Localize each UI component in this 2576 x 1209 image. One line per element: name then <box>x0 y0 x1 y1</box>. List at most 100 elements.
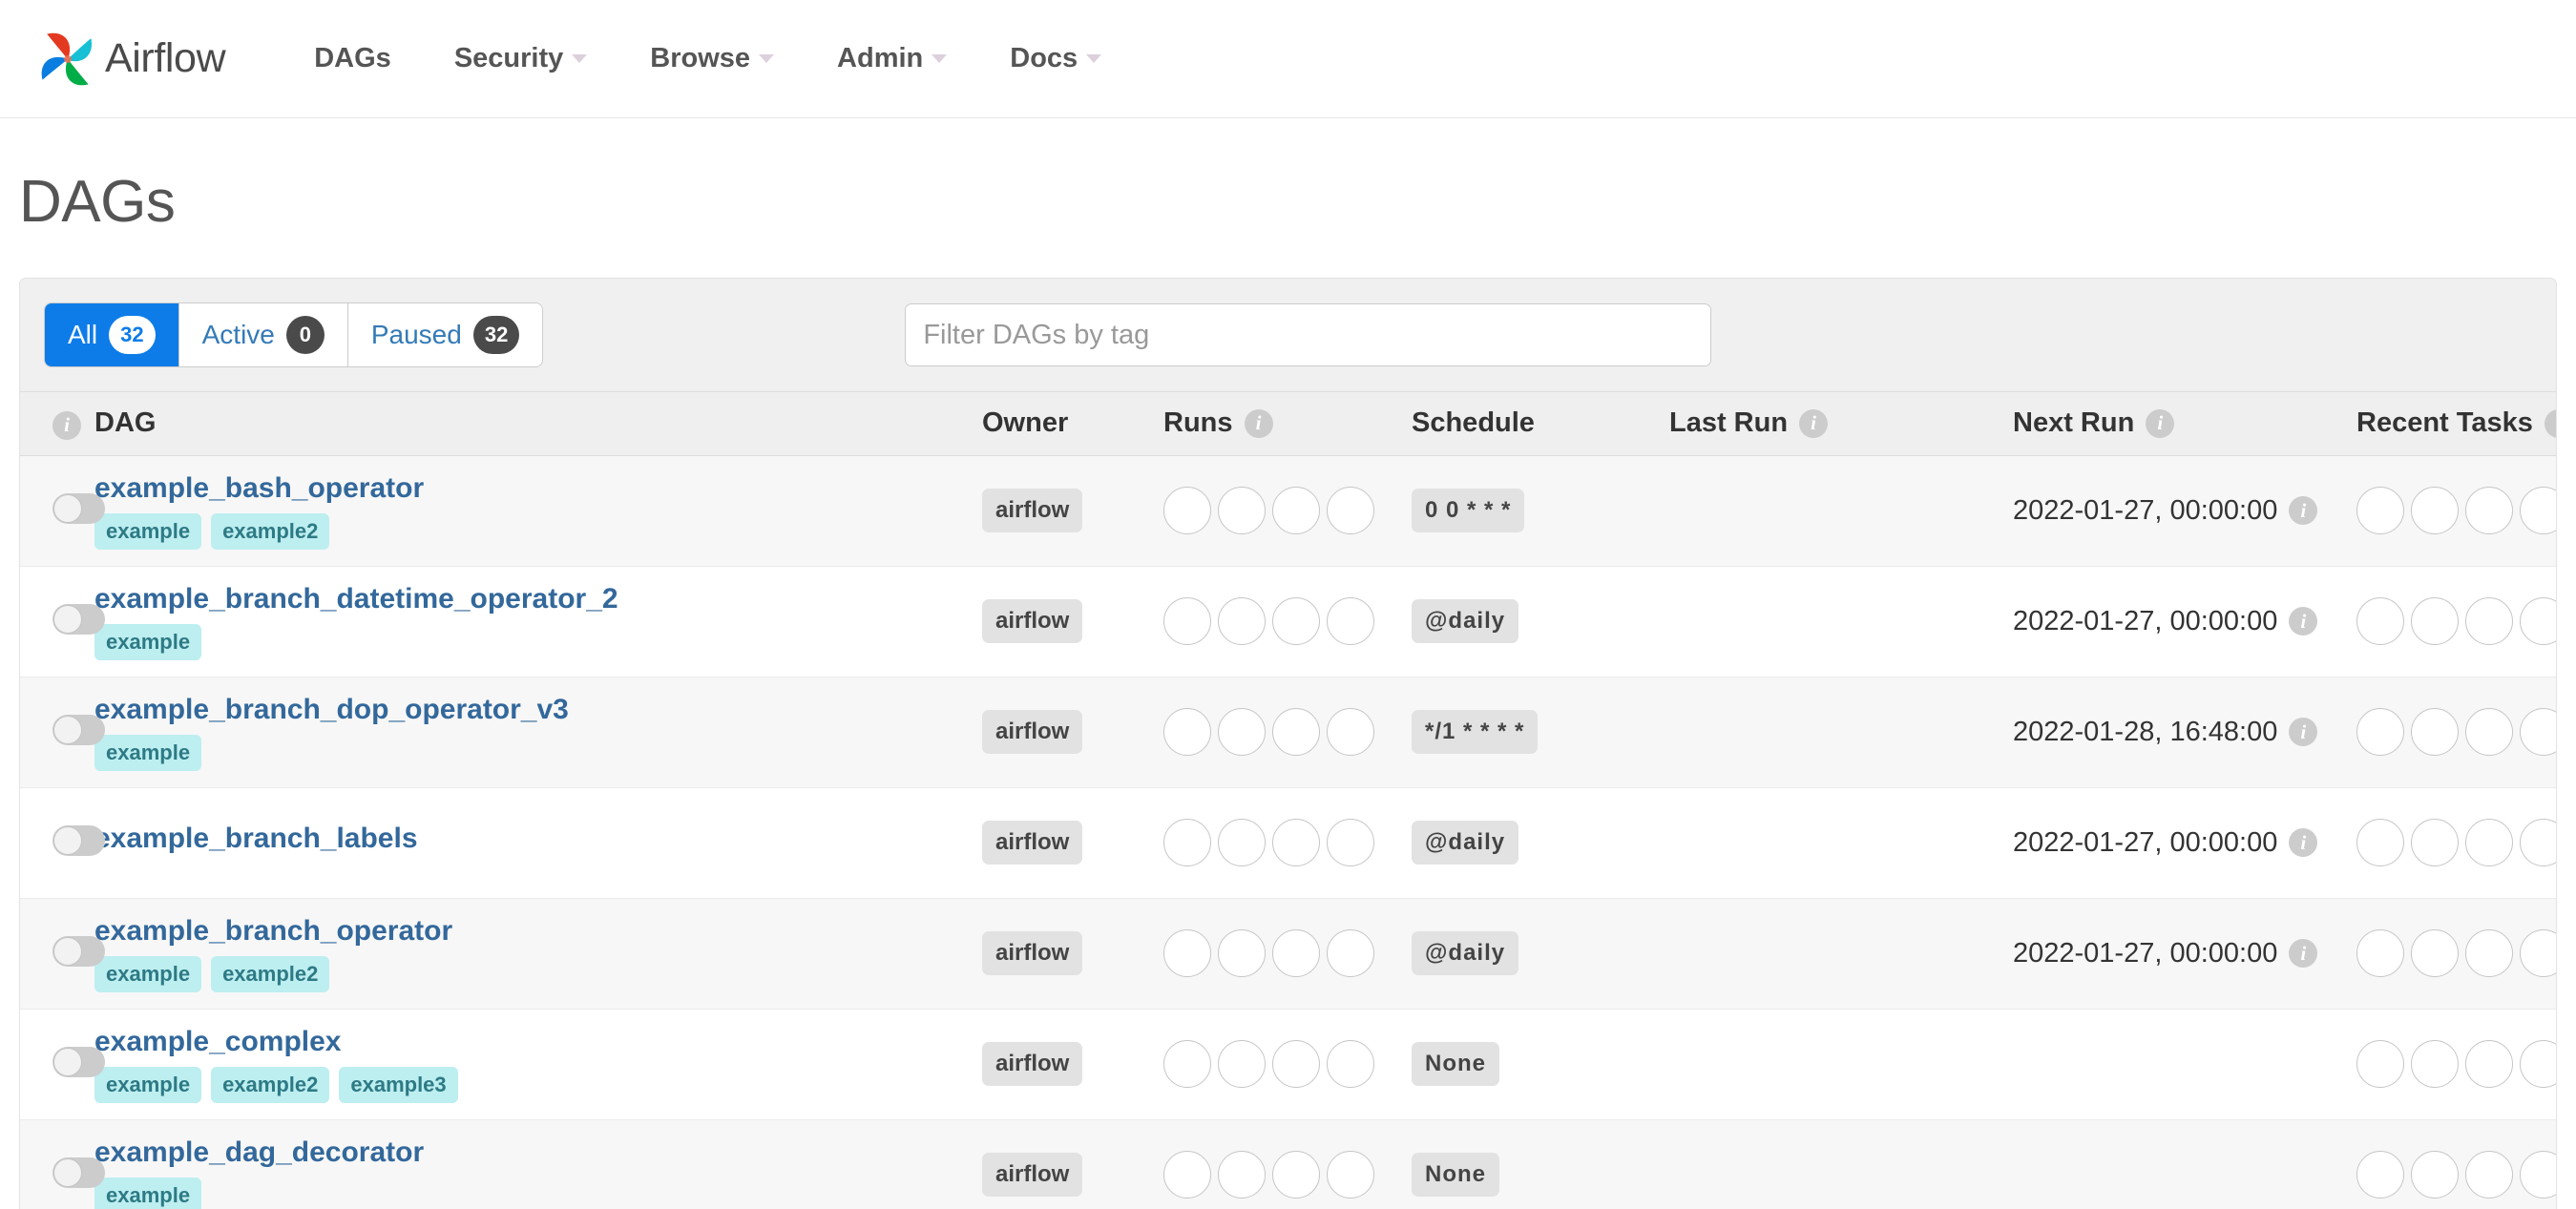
status-circle[interactable] <box>2356 819 2404 866</box>
status-circle[interactable] <box>1163 1040 1211 1088</box>
dag-pause-toggle[interactable] <box>52 935 105 967</box>
status-circle[interactable] <box>2411 929 2459 977</box>
status-circle[interactable] <box>2465 487 2513 534</box>
header-next-run[interactable]: Next Run i <box>2013 391 2356 456</box>
info-icon[interactable]: i <box>52 410 81 440</box>
info-icon[interactable]: i <box>1244 408 1273 438</box>
dag-name-link[interactable]: example_bash_operator <box>94 472 982 505</box>
header-dag[interactable]: DAG <box>94 391 982 456</box>
dag-tag[interactable]: example <box>94 734 202 771</box>
status-circle[interactable] <box>2465 819 2513 866</box>
status-circle[interactable] <box>2411 1151 2459 1199</box>
status-circle[interactable] <box>1218 487 1266 534</box>
status-circle[interactable] <box>1163 1151 1211 1199</box>
status-circle[interactable] <box>1272 487 1320 534</box>
dag-tag[interactable]: example3 <box>339 1066 458 1103</box>
status-circle[interactable] <box>1218 708 1266 756</box>
nav-item-browse[interactable]: Browse <box>618 43 806 74</box>
nav-item-docs[interactable]: Docs <box>978 43 1133 74</box>
header-last-run[interactable]: Last Run i <box>1669 391 2013 456</box>
owner-badge[interactable]: airflow <box>982 1042 1083 1086</box>
info-icon[interactable]: i <box>1799 408 1829 438</box>
owner-badge[interactable]: airflow <box>982 489 1083 532</box>
status-circle[interactable] <box>1163 708 1211 756</box>
dag-tag[interactable]: example <box>94 623 202 660</box>
dag-name-link[interactable]: example_complex <box>94 1026 982 1058</box>
status-circle[interactable] <box>2356 597 2404 645</box>
dag-pause-toggle[interactable] <box>52 824 105 856</box>
owner-badge[interactable]: airflow <box>982 821 1083 865</box>
status-circle[interactable] <box>2465 1151 2513 1199</box>
status-circle[interactable] <box>1272 1151 1320 1199</box>
status-circle[interactable] <box>2465 1040 2513 1088</box>
status-circle[interactable] <box>1327 708 1374 756</box>
status-circle[interactable] <box>1272 819 1320 866</box>
dag-name-link[interactable]: example_branch_labels <box>94 823 982 855</box>
status-circle[interactable] <box>1163 597 1211 645</box>
filter-tab-all[interactable]: All 32 <box>45 303 179 366</box>
status-circle[interactable] <box>1327 487 1374 534</box>
status-circle[interactable] <box>1218 819 1266 866</box>
info-icon[interactable]: i <box>2289 828 2318 857</box>
status-circle[interactable] <box>2520 1040 2556 1088</box>
filter-tab-paused[interactable]: Paused 32 <box>347 303 543 366</box>
dag-pause-toggle[interactable] <box>52 1046 105 1077</box>
dag-tag[interactable]: example2 <box>211 955 330 992</box>
dag-name-link[interactable]: example_branch_datetime_operator_2 <box>94 583 982 615</box>
info-icon[interactable]: i <box>2544 408 2556 438</box>
status-circle[interactable] <box>2356 708 2404 756</box>
status-circle[interactable] <box>2465 597 2513 645</box>
status-circle[interactable] <box>2411 1040 2459 1088</box>
info-icon[interactable]: i <box>2146 408 2175 438</box>
status-circle[interactable] <box>2411 708 2459 756</box>
tag-filter-input[interactable] <box>905 303 1712 366</box>
dag-tag[interactable]: example2 <box>211 1066 330 1103</box>
status-circle[interactable] <box>2356 1040 2404 1088</box>
status-circle[interactable] <box>1163 819 1211 866</box>
status-circle[interactable] <box>1218 1040 1266 1088</box>
status-circle[interactable] <box>2520 597 2556 645</box>
filter-tab-active[interactable]: Active 0 <box>178 303 348 366</box>
dag-pause-toggle[interactable] <box>52 492 105 524</box>
status-circle[interactable] <box>2411 487 2459 534</box>
owner-badge[interactable]: airflow <box>982 599 1083 643</box>
dag-tag[interactable]: example <box>94 955 202 992</box>
nav-item-admin[interactable]: Admin <box>806 43 978 74</box>
status-circle[interactable] <box>1272 929 1320 977</box>
info-icon[interactable]: i <box>2289 496 2318 525</box>
dag-name-link[interactable]: example_branch_operator <box>94 915 982 948</box>
status-circle[interactable] <box>2411 819 2459 866</box>
status-circle[interactable] <box>2356 487 2404 534</box>
dag-pause-toggle[interactable] <box>52 1157 105 1188</box>
status-circle[interactable] <box>2356 929 2404 977</box>
dag-name-link[interactable]: example_branch_dop_operator_v3 <box>94 694 982 726</box>
dag-pause-toggle[interactable] <box>52 603 105 635</box>
status-circle[interactable] <box>2520 929 2556 977</box>
status-circle[interactable] <box>1272 708 1320 756</box>
status-circle[interactable] <box>1327 1151 1374 1199</box>
nav-item-dags[interactable]: DAGs <box>283 43 423 74</box>
dag-tag[interactable]: example <box>94 512 202 550</box>
dag-name-link[interactable]: example_dag_decorator <box>94 1136 982 1169</box>
status-circle[interactable] <box>1327 1040 1374 1088</box>
status-circle[interactable] <box>2520 1151 2556 1199</box>
info-icon[interactable]: i <box>2289 607 2318 636</box>
status-circle[interactable] <box>2465 708 2513 756</box>
header-runs[interactable]: Runs i <box>1163 391 1412 456</box>
status-circle[interactable] <box>2411 597 2459 645</box>
status-circle[interactable] <box>1218 929 1266 977</box>
brand-home-link[interactable]: Airflow <box>36 28 226 91</box>
status-circle[interactable] <box>2520 487 2556 534</box>
header-schedule[interactable]: Schedule <box>1412 391 1669 456</box>
status-circle[interactable] <box>1327 819 1374 866</box>
header-recent-tasks[interactable]: Recent Tasks i <box>2356 391 2556 456</box>
status-circle[interactable] <box>2520 819 2556 866</box>
status-circle[interactable] <box>1218 597 1266 645</box>
header-owner[interactable]: Owner <box>982 391 1163 456</box>
status-circle[interactable] <box>1327 597 1374 645</box>
nav-item-security[interactable]: Security <box>423 43 618 74</box>
status-circle[interactable] <box>2356 1151 2404 1199</box>
info-icon[interactable]: i <box>2289 939 2318 968</box>
dag-tag[interactable]: example <box>94 1066 202 1103</box>
status-circle[interactable] <box>1163 487 1211 534</box>
